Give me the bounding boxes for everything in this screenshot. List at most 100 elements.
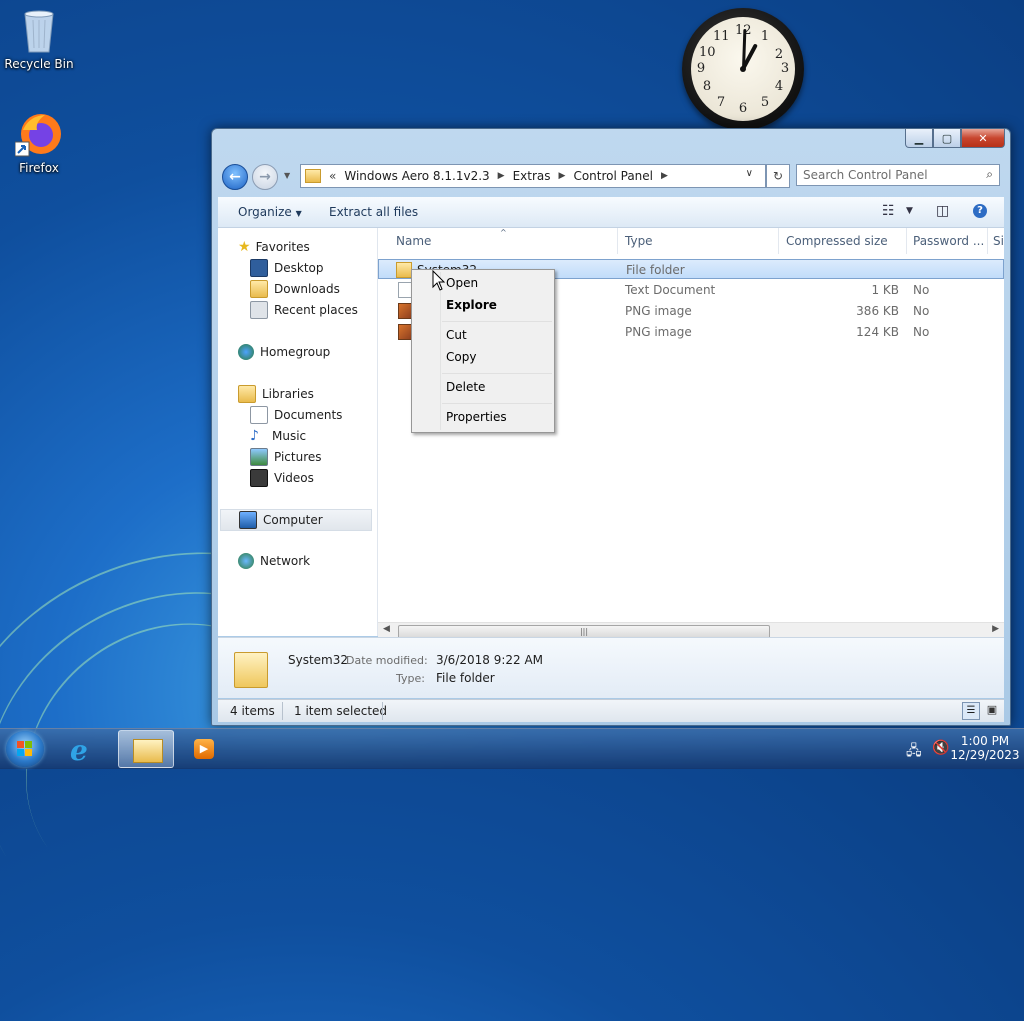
clock-gadget[interactable]: 12 1 2 3 4 5 6 7 8 9 10 11: [682, 8, 804, 130]
clock-number: 5: [760, 95, 770, 110]
close-button[interactable]: ✕: [961, 129, 1005, 148]
large-icons-view-icon[interactable]: ▣: [984, 702, 1000, 718]
clock-number: 11: [713, 29, 730, 44]
nav-favorites[interactable]: ★ Favorites: [238, 237, 310, 257]
search-icon[interactable]: ⌕: [986, 167, 993, 182]
start-button[interactable]: [6, 731, 44, 767]
file-password: No: [913, 325, 930, 339]
column-header-password[interactable]: Password ...: [908, 228, 988, 254]
recent-pages-dropdown-icon[interactable]: ▼: [284, 171, 290, 180]
extract-all-files-button[interactable]: Extract all files: [329, 205, 418, 219]
change-view-icon[interactable]: ☷: [882, 203, 895, 219]
maximize-button[interactable]: ▢: [933, 129, 961, 148]
file-type: Text Document: [625, 283, 716, 297]
status-selection: 1 item selected: [294, 704, 388, 718]
breadcrumb-extras[interactable]: Extras: [513, 169, 551, 183]
computer-icon: [239, 511, 257, 529]
taskbar-internet-explorer[interactable]: e: [58, 730, 114, 768]
chevron-down-icon[interactable]: ▼: [906, 206, 913, 216]
chevron-right-icon[interactable]: ▶: [661, 171, 668, 181]
nav-pictures[interactable]: Pictures: [250, 447, 322, 467]
search-input[interactable]: Search Control Panel ⌕: [796, 164, 1000, 186]
nav-label: Videos: [274, 471, 314, 485]
breadcrumb-control-panel[interactable]: Control Panel: [573, 169, 653, 183]
address-bar[interactable]: « Windows Aero 8.1.1v2.3 ▶ Extras ▶ Cont…: [300, 164, 766, 188]
preview-pane-icon[interactable]: ◫: [936, 203, 949, 219]
menu-item-copy[interactable]: Copy: [446, 350, 476, 364]
clock-number: 9: [696, 61, 706, 76]
help-icon[interactable]: ?: [973, 204, 987, 218]
taskbar-windows-explorer[interactable]: [118, 730, 174, 768]
nav-computer[interactable]: Computer: [220, 509, 372, 531]
volume-muted-icon[interactable]: 🔇: [932, 740, 949, 756]
pictures-icon: [250, 448, 268, 466]
desktop-icon-label: Firefox: [19, 161, 59, 175]
menu-item-cut[interactable]: Cut: [446, 328, 467, 342]
address-overflow[interactable]: «: [329, 169, 336, 183]
breadcrumb-windows-aero[interactable]: Windows Aero 8.1.1v2.3: [344, 169, 489, 183]
file-type: File folder: [626, 263, 685, 277]
column-header-compressed-size[interactable]: Compressed size: [780, 228, 907, 254]
explorer-window[interactable]: ▁ ▢ ✕ ← → ▼ « Windows Aero 8.1.1v2.3 ▶ E…: [211, 128, 1011, 726]
system-clock[interactable]: 1:00 PM 12/29/2023: [950, 734, 1020, 762]
clock-number: 2: [774, 47, 784, 62]
menu-item-properties[interactable]: Properties: [446, 410, 507, 424]
nav-desktop[interactable]: Desktop: [250, 258, 324, 278]
nav-homegroup[interactable]: Homegroup: [238, 342, 330, 362]
menu-item-open[interactable]: Open: [446, 276, 478, 290]
menu-item-explore[interactable]: Explore: [446, 298, 497, 312]
menu-separator: [442, 403, 552, 404]
taskbar-media-player[interactable]: ▶: [180, 730, 226, 768]
details-view-icon[interactable]: ☰: [962, 702, 980, 720]
details-type-value: File folder: [436, 671, 495, 685]
search-placeholder: Search Control Panel: [803, 168, 928, 182]
details-name: System32: [288, 653, 349, 667]
nav-label: Libraries: [262, 387, 314, 401]
minimize-button[interactable]: ▁: [905, 129, 933, 148]
desktop-icon-firefox[interactable]: Firefox: [1, 110, 77, 175]
command-bar: Organize ▼ Extract all files ☷ ▼ ◫ ?: [218, 197, 1004, 228]
column-label: Si: [993, 234, 1004, 248]
documents-icon: [250, 406, 268, 424]
nav-music[interactable]: ♪ Music: [250, 426, 306, 446]
chevron-right-icon[interactable]: ▶: [498, 171, 505, 181]
folder-icon: [133, 739, 163, 763]
firefox-icon: [14, 110, 63, 158]
windows-logo-icon: [17, 741, 32, 756]
column-header-name[interactable]: Name ^: [378, 228, 618, 254]
clock-date: 12/29/2023: [950, 748, 1020, 762]
taskbar: e ▶ 🖧 🔇 1:00 PM 12/29/2023: [0, 728, 1024, 769]
navigation-pane: ★ Favorites Desktop Downloads Recent plac…: [218, 228, 378, 636]
organize-button[interactable]: Organize ▼: [238, 205, 302, 219]
column-header-size[interactable]: Si: [990, 228, 1004, 254]
clock-number: 4: [774, 79, 784, 94]
clock-number: 7: [716, 95, 726, 110]
status-divider: [382, 702, 383, 720]
details-date-value: 3/6/2018 9:22 AM: [436, 653, 544, 667]
file-type: PNG image: [625, 304, 692, 318]
desktop-icon-recycle-bin[interactable]: Recycle Bin: [1, 6, 77, 71]
internet-explorer-icon: e: [70, 734, 88, 767]
nav-libraries[interactable]: Libraries: [238, 384, 314, 404]
chevron-down-icon[interactable]: ∨: [746, 168, 753, 179]
refresh-button[interactable]: ↻: [766, 164, 790, 188]
mouse-cursor-icon: [432, 270, 446, 291]
forward-button[interactable]: →: [252, 164, 278, 190]
column-header-type[interactable]: Type: [619, 228, 779, 254]
status-divider: [282, 702, 283, 720]
scroll-left-icon[interactable]: ◀: [383, 624, 390, 634]
menu-item-delete[interactable]: Delete: [446, 380, 485, 394]
scroll-right-icon[interactable]: ▶: [992, 624, 999, 634]
nav-videos[interactable]: Videos: [250, 468, 314, 488]
network-tray-icon[interactable]: 🖧: [906, 740, 922, 764]
nav-documents[interactable]: Documents: [250, 405, 342, 425]
nav-downloads[interactable]: Downloads: [250, 279, 340, 299]
videos-icon: [250, 469, 268, 487]
sort-ascending-icon: ^: [500, 228, 507, 237]
column-label: Password ...: [913, 234, 985, 248]
back-button[interactable]: ←: [222, 164, 248, 190]
nav-recent-places[interactable]: Recent places: [250, 300, 358, 320]
nav-network[interactable]: Network: [238, 551, 310, 571]
media-player-icon: ▶: [194, 739, 214, 759]
chevron-right-icon[interactable]: ▶: [559, 171, 566, 181]
